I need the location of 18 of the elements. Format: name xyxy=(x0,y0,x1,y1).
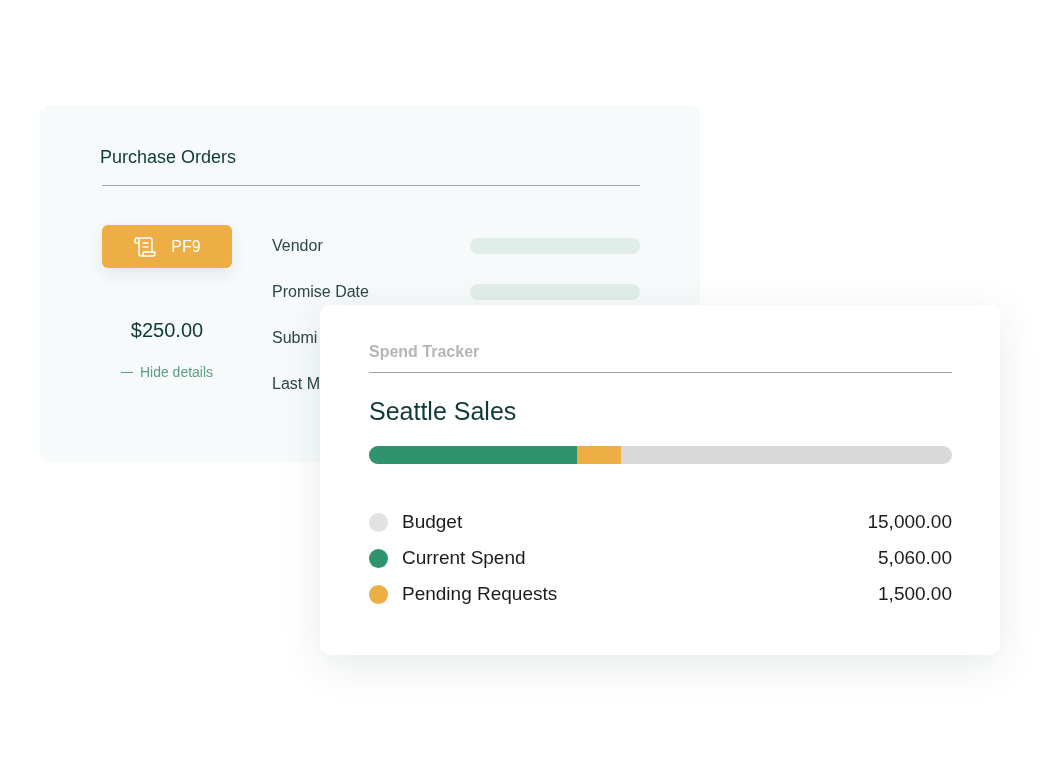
legend-label: Pending Requests xyxy=(402,581,558,606)
legend-value: 15,000.00 xyxy=(867,509,952,534)
field-label: Last M xyxy=(272,374,321,394)
field-label: Vendor xyxy=(272,236,324,256)
legend-label: Current Spend xyxy=(402,545,526,570)
minus-icon xyxy=(120,371,133,374)
legend-label: Budget xyxy=(402,509,463,534)
order-amount: $250.00 xyxy=(129,318,205,343)
card-title: Purchase Orders xyxy=(100,146,238,169)
tracker-title: Seattle Sales xyxy=(369,396,518,427)
hide-details-link[interactable]: Hide details xyxy=(139,362,214,383)
order-number-tag: PF9 xyxy=(102,225,232,268)
field-label: Promise Date xyxy=(272,282,370,302)
card-label: Spend Tracker xyxy=(369,342,481,362)
field-label: Submi xyxy=(272,328,319,348)
receipt-icon xyxy=(133,234,158,259)
legend-value: 5,060.00 xyxy=(878,545,952,570)
legend-value: 1,500.00 xyxy=(878,581,952,606)
